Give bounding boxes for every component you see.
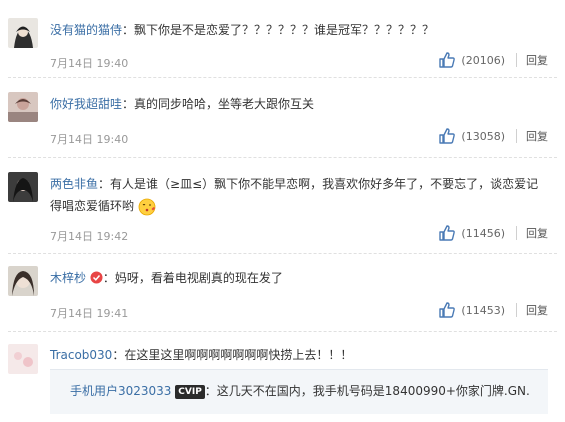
comment-item: 两色非鱼：有人是谁（≥皿≤）飘下你不能早恋啊，我喜欢你好多年了，不要忘了，谈恋爱…: [0, 158, 565, 254]
divider: [516, 53, 517, 67]
comment-text: 两色非鱼：有人是谁（≥皿≤）飘下你不能早恋啊，我喜欢你好多年了，不要忘了，谈恋爱…: [50, 173, 548, 217]
comment-body: ：真的同步哈哈，坐等老大跟你互关: [122, 97, 315, 111]
verified-badge-icon: [90, 269, 103, 284]
avatar[interactable]: [8, 344, 38, 374]
avatar[interactable]: [8, 266, 38, 296]
comment-actions: (11456) 回复: [438, 224, 548, 242]
avatar[interactable]: [8, 92, 38, 122]
username-link[interactable]: Tracob030: [50, 348, 112, 362]
like-count: (13058): [461, 129, 505, 143]
comment-item: 没有猫的猫侍：飘下你是不是恋爱了？？？？？？谁是冠军？？？？？？ 7月14日 1…: [0, 0, 565, 78]
comment-item: 你好我超甜哇：真的同步哈哈，坐等老大跟你互关 7月14日 19:40 (1305…: [0, 78, 565, 158]
vip-badge: CVIP: [175, 384, 205, 399]
timestamp: 7月14日 19:42: [50, 230, 129, 243]
timestamp: 7月14日 19:40: [50, 133, 129, 146]
comment-actions: (13058) 回复: [438, 127, 548, 145]
thumbs-up-icon[interactable]: [438, 301, 456, 319]
username-link[interactable]: 手机用户3023033: [70, 384, 171, 398]
comment-item: 木梓杪 ：妈呀，看着电视剧真的现在发了 7月14日 19:41 (11453) …: [0, 254, 565, 332]
divider: [516, 129, 517, 143]
like-count: (20106): [461, 53, 505, 67]
comment-actions: (11453) 回复: [438, 301, 548, 319]
comment-text: 你好我超甜哇：真的同步哈哈，坐等老大跟你互关: [50, 93, 548, 115]
comment-actions: (20106) 回复: [438, 51, 548, 69]
divider: [516, 226, 517, 240]
comment-body-cont: 得唱恋爱循环哟: [50, 199, 135, 213]
thumbs-up-icon[interactable]: [438, 224, 456, 242]
reply-button[interactable]: 回复: [526, 128, 548, 144]
like-count: (11456): [461, 226, 505, 240]
comment-text: Tracob030：在这里这里啊啊啊啊啊啊啊快捞上去！！！: [50, 344, 548, 366]
kiss-emoji-icon: [138, 198, 156, 216]
reply-button[interactable]: 回复: [526, 302, 548, 318]
avatar[interactable]: [8, 18, 38, 48]
comment-body: ：飘下你是不是恋爱了？？？？？？谁是冠军？？？？？？: [122, 23, 435, 37]
thumbs-up-icon[interactable]: [438, 51, 456, 69]
thumbs-up-icon[interactable]: [438, 127, 456, 145]
username-link[interactable]: 没有猫的猫侍: [50, 23, 122, 37]
sub-reply-body: ：这几天不在国内，我手机号码是18400990+你家门牌.GN.: [204, 384, 530, 398]
reply-button[interactable]: 回复: [526, 225, 548, 241]
like-count: (11453): [461, 303, 505, 317]
sub-reply: 手机用户3023033 CVIP ：这几天不在国内，我手机号码是18400990+…: [50, 369, 548, 414]
comment-body: ：在这里这里啊啊啊啊啊啊啊快捞上去！！！: [112, 348, 353, 362]
comment-text: 木梓杪 ：妈呀，看着电视剧真的现在发了: [50, 267, 548, 289]
username-link[interactable]: 两色非鱼: [50, 177, 98, 191]
divider: [516, 303, 517, 317]
timestamp: 7月14日 19:41: [50, 307, 129, 320]
username-link[interactable]: 木梓杪: [50, 271, 86, 285]
comment-text: 没有猫的猫侍：飘下你是不是恋爱了？？？？？？谁是冠军？？？？？？: [50, 19, 548, 41]
comment-body: ：妈呀，看着电视剧真的现在发了: [102, 271, 283, 285]
sub-reply-text: 手机用户3023033 CVIP ：这几天不在国内，我手机号码是18400990+…: [70, 381, 530, 401]
timestamp: 7月14日 19:40: [50, 57, 129, 70]
username-link[interactable]: 你好我超甜哇: [50, 97, 122, 111]
avatar[interactable]: [8, 172, 38, 202]
comment-body: ：有人是谁（≥皿≤）飘下你不能早恋啊，我喜欢你好多年了，不要忘了，谈恋爱记: [98, 177, 539, 191]
reply-button[interactable]: 回复: [526, 52, 548, 68]
